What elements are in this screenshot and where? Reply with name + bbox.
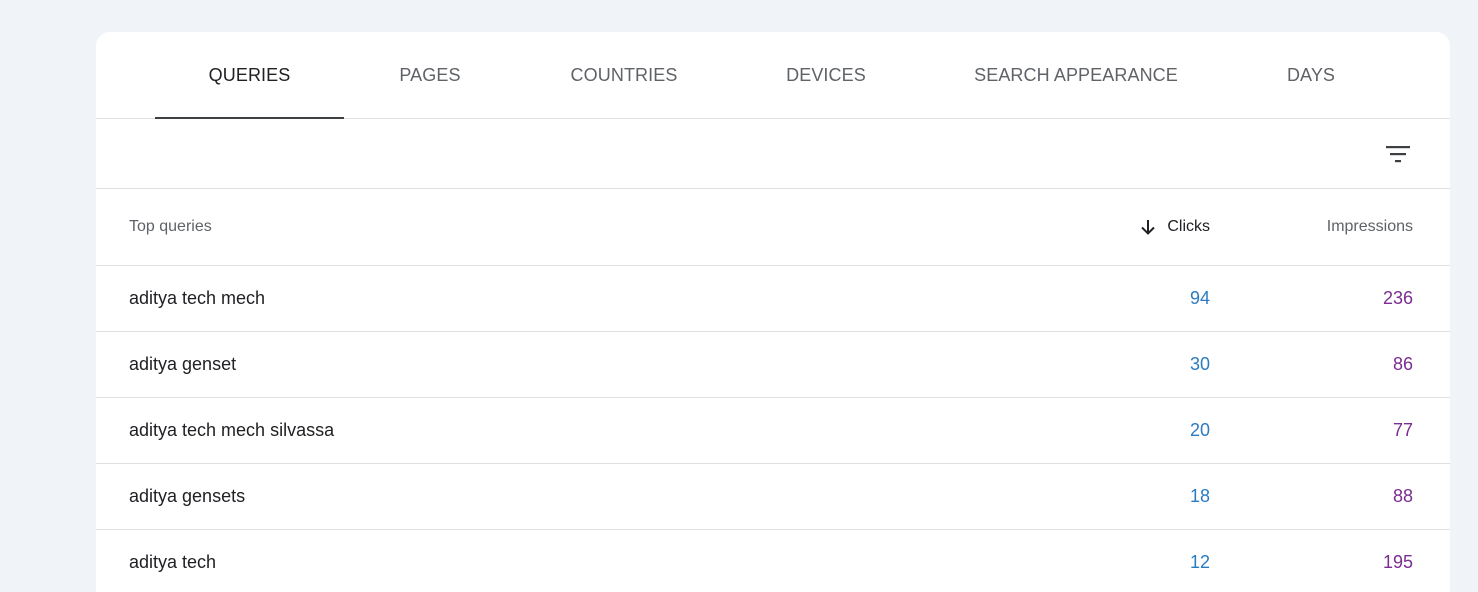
performance-card: QUERIES PAGES COUNTRIES DEVICES SEARCH A… (96, 32, 1450, 592)
impressions-cell: 88 (1392, 486, 1413, 506)
dimension-tabs: QUERIES PAGES COUNTRIES DEVICES SEARCH A… (96, 32, 1450, 119)
table-row[interactable]: aditya tech 12 195 (96, 530, 1450, 592)
column-header-clicks[interactable]: Clicks (1139, 189, 1210, 265)
impressions-cell: 77 (1392, 420, 1413, 440)
filter-button[interactable] (1382, 138, 1414, 170)
table-row[interactable]: aditya tech mech silvassa 20 77 (96, 398, 1450, 464)
clicks-cell: 30 (1189, 354, 1210, 374)
table-row[interactable]: aditya genset 30 86 (96, 332, 1450, 398)
table-row[interactable]: aditya tech mech 94 236 (96, 266, 1450, 332)
impressions-cell: 236 (1382, 288, 1413, 308)
arrow-down-icon (1141, 220, 1156, 235)
tab-search-appearance[interactable]: SEARCH APPEARANCE (956, 32, 1196, 118)
clicks-cell: 94 (1189, 288, 1210, 308)
query-cell: aditya tech mech silvassa (129, 420, 335, 440)
filter-list-icon (1386, 146, 1410, 163)
clicks-cell: 18 (1189, 486, 1210, 506)
column-header-query: Top queries (129, 218, 212, 235)
query-cell: aditya gensets (129, 486, 246, 506)
query-cell: aditya tech (129, 552, 217, 572)
filter-bar (96, 119, 1450, 189)
tab-devices[interactable]: DEVICES (756, 32, 896, 118)
tab-pages[interactable]: PAGES (360, 32, 500, 118)
clicks-cell: 12 (1189, 552, 1210, 572)
tab-days[interactable]: DAYS (1261, 32, 1361, 118)
query-cell: aditya tech mech (129, 288, 266, 308)
column-header-impressions[interactable]: Impressions (1327, 189, 1413, 265)
column-header-clicks-label: Clicks (1167, 218, 1210, 235)
clicks-cell: 20 (1189, 420, 1210, 440)
table-row[interactable]: aditya gensets 18 88 (96, 464, 1450, 530)
tab-countries[interactable]: COUNTRIES (541, 32, 707, 118)
table-header: Top queries Clicks Impressions (96, 189, 1450, 266)
impressions-cell: 195 (1382, 552, 1413, 572)
query-cell: aditya genset (129, 354, 237, 374)
tab-queries[interactable]: QUERIES (155, 32, 344, 119)
impressions-cell: 86 (1392, 354, 1413, 374)
